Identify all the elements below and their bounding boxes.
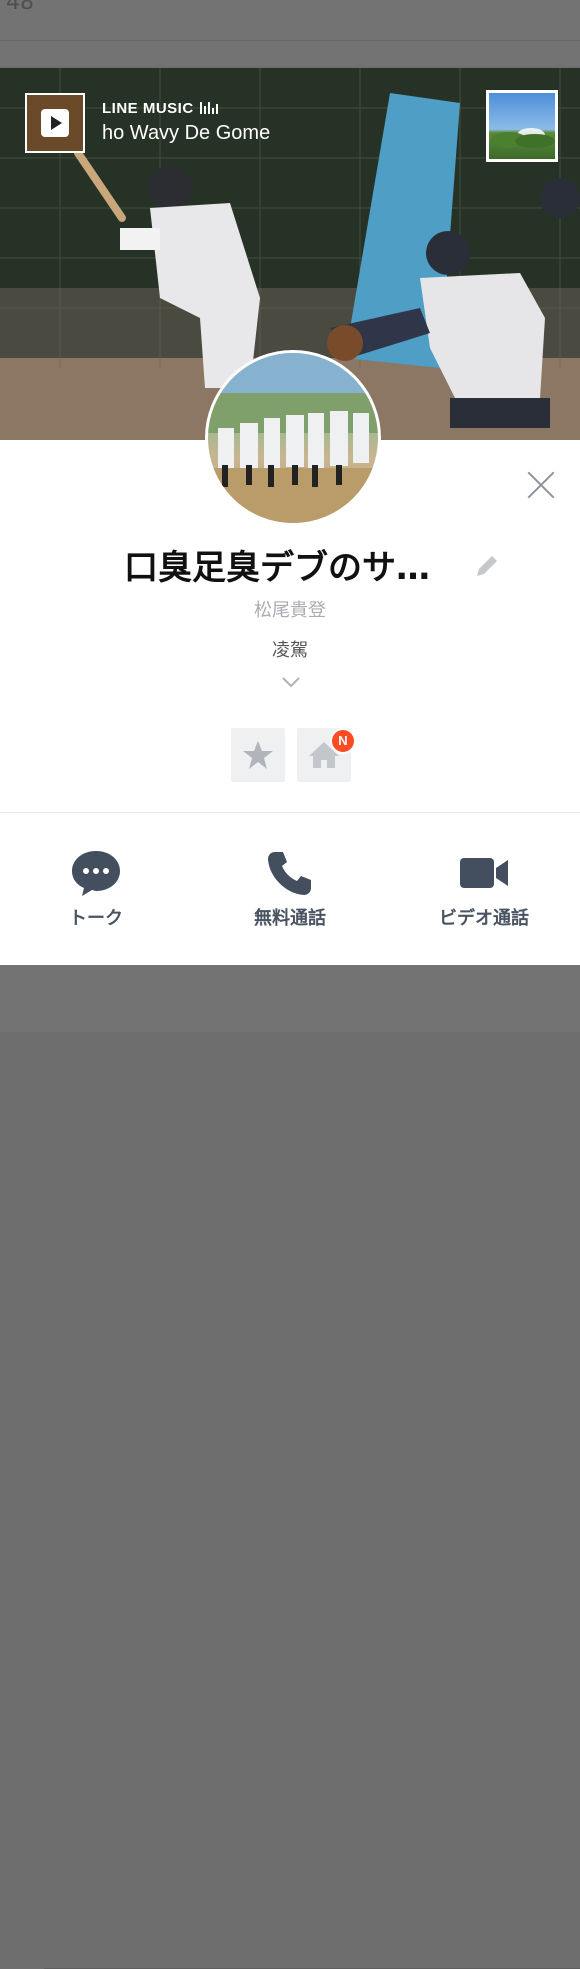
background-count: 48	[6, 0, 34, 15]
background-divider	[0, 40, 580, 41]
profile-sub-name: 松尾貴登	[254, 600, 326, 621]
free-call-button[interactable]: 無料通話	[210, 848, 370, 930]
phone-icon	[268, 852, 311, 895]
music-track-title[interactable]: ho Wavy De Gome	[102, 122, 292, 145]
background-photo-thumbnail[interactable]	[486, 90, 558, 162]
play-icon[interactable]	[41, 109, 69, 137]
status-message: 凌駕	[272, 640, 308, 661]
video-camera-icon	[460, 858, 508, 888]
video-call-label: ビデオ通話	[439, 908, 529, 929]
action-divider	[0, 812, 580, 813]
chat-bubble-icon	[72, 851, 120, 896]
close-button[interactable]	[526, 470, 556, 500]
avatar-image	[208, 353, 378, 523]
favorite-button[interactable]	[231, 728, 285, 782]
background-footer	[0, 965, 580, 1969]
music-service-name: LINE MUSIC	[102, 100, 194, 117]
background-photo-image	[491, 128, 555, 148]
pencil-icon[interactable]	[472, 551, 502, 581]
chevron-down-icon[interactable]	[281, 674, 301, 690]
music-service-label[interactable]: LINE MUSIC	[102, 100, 220, 118]
notification-badge: N	[330, 728, 356, 754]
profile-card: LINE MUSIC ho Wavy De Gome 口臭足臭デブのサ… 松尾貴…	[0, 68, 580, 965]
music-album-thumbnail[interactable]	[25, 93, 85, 153]
equalizer-icon	[199, 101, 220, 118]
free-call-label: 無料通話	[254, 908, 326, 929]
video-call-button[interactable]: ビデオ通話	[404, 848, 564, 930]
background-header: 48	[0, 0, 580, 66]
talk-button[interactable]: トーク	[16, 848, 176, 930]
star-icon	[243, 741, 273, 769]
talk-label: トーク	[69, 908, 123, 929]
profile-display-name: 口臭足臭デブのサ…	[124, 548, 430, 588]
profile-avatar[interactable]	[205, 350, 381, 526]
